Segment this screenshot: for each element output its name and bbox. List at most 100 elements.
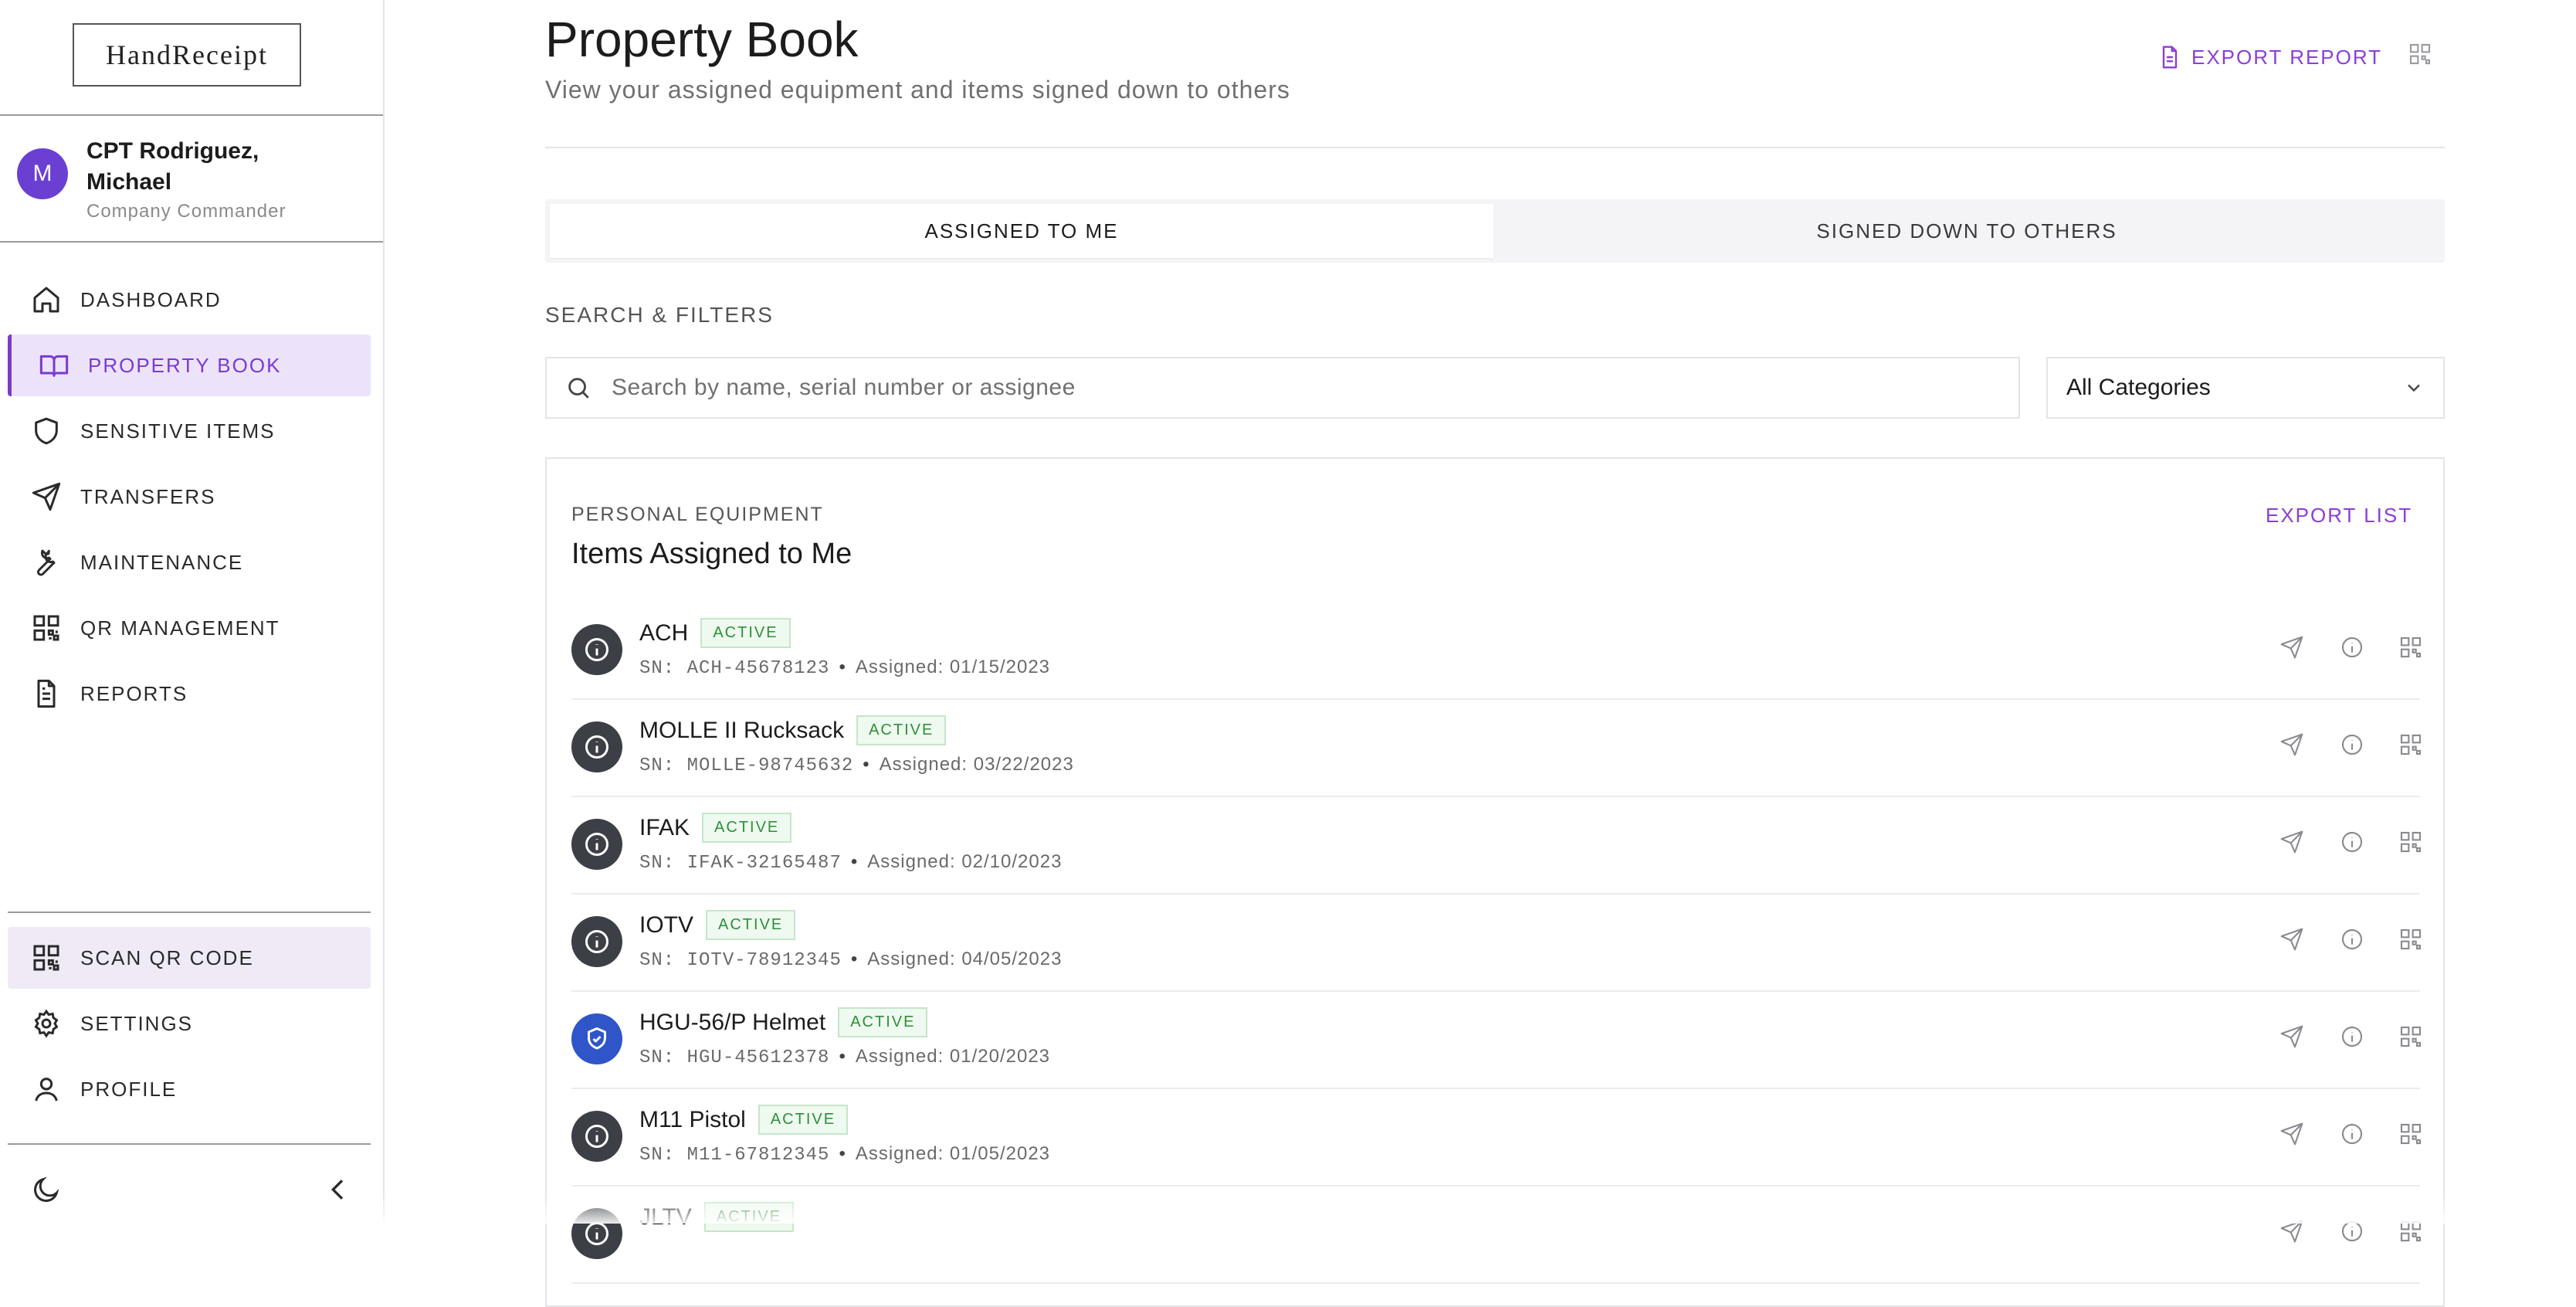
chevron-left-icon[interactable] — [323, 1174, 354, 1205]
meta-separator: • — [850, 851, 859, 872]
item-status-icon — [571, 819, 622, 870]
transfer-icon[interactable] — [2279, 830, 2304, 854]
qr-icon[interactable] — [2398, 1024, 2423, 1049]
info-icon[interactable] — [2340, 1024, 2364, 1049]
status-badge: ACTIVE — [758, 1105, 849, 1135]
sidebar-item-scan-qr[interactable]: SCAN QR CODE — [8, 927, 371, 989]
document-icon — [37, 679, 56, 708]
transfer-icon[interactable] — [2279, 1122, 2304, 1146]
sidebar-item-qr-management[interactable]: QR MANAGEMENT — [8, 597, 371, 659]
transfer-icon[interactable] — [2279, 635, 2304, 660]
qr-icon[interactable] — [2398, 830, 2423, 854]
qr-icon — [33, 615, 59, 641]
home-icon — [33, 287, 59, 313]
info-icon[interactable] — [2340, 830, 2364, 854]
sidebar-nav: DASHBOARD PROPERTY BOOK SENSITIVE ITEMS … — [0, 269, 383, 728]
item-meta: SN: IFAK-32165487 • Assigned: 02/10/2023 — [639, 851, 1062, 874]
meta-separator: • — [839, 1046, 846, 1067]
item-assigned-date: Assigned: 03/22/2023 — [879, 754, 1074, 775]
main-content: Property Book View your assigned equipme… — [545, 0, 2445, 1307]
sidebar-item-maintenance[interactable]: MAINTENANCE — [8, 531, 371, 593]
export-list-button[interactable]: EXPORT LIST — [2266, 504, 2412, 528]
user-panel: M CPT Rodriguez, Michael Company Command… — [0, 116, 383, 243]
item-assigned-date: Assigned: 01/20/2023 — [855, 1046, 1051, 1067]
transfer-icon[interactable] — [2279, 732, 2304, 757]
export-report-label: EXPORT REPORT — [2191, 45, 2383, 69]
meta-separator: • — [850, 949, 859, 969]
info-icon — [585, 833, 608, 856]
category-select-value: All Categories — [2066, 375, 2211, 400]
item-serial: SN: HGU-45612378 — [639, 1047, 830, 1068]
item-name-line: IOTV ACTIVE — [639, 910, 796, 940]
info-icon — [585, 1222, 608, 1245]
qr-icon[interactable] — [2398, 635, 2423, 660]
list-item[interactable]: M11 Pistol ACTIVE SN: M11-67812345 • Assig… — [571, 1089, 2423, 1186]
sidebar-item-dashboard[interactable]: DASHBOARD — [8, 269, 371, 331]
send-icon — [32, 482, 61, 511]
status-badge: ACTIVE — [706, 910, 796, 940]
sidebar-item-sensitive-items[interactable]: SENSITIVE ITEMS — [8, 400, 371, 462]
info-icon[interactable] — [2340, 635, 2364, 660]
item-serial: SN: IFAK-32165487 — [639, 853, 842, 874]
list-item[interactable]: IFAK ACTIVE SN: IFAK-32165487 • Assigned: … — [571, 797, 2423, 895]
item-assigned-date: Assigned: 04/05/2023 — [867, 949, 1063, 969]
item-assigned-date: Assigned: 02/10/2023 — [867, 851, 1063, 872]
avatar[interactable]: M — [17, 148, 68, 199]
document-icon — [2162, 46, 2178, 69]
qr-icon[interactable] — [2408, 42, 2432, 66]
item-meta: SN: ACH-45678123 • Assigned: 01/15/2023 — [639, 657, 1050, 679]
sidebar: HandReceipt M CPT Rodriguez, Michael Com… — [0, 0, 385, 1224]
item-serial: SN: MOLLE-98745632 — [639, 755, 854, 776]
qr-icon[interactable] — [2398, 927, 2423, 952]
item-name: M11 Pistol — [639, 1106, 746, 1132]
sidebar-bottom-nav: SCAN QR CODE SETTINGS PROFILE — [8, 912, 371, 1124]
info-icon[interactable] — [2340, 927, 2364, 952]
search-input[interactable] — [610, 374, 2003, 402]
transfer-icon[interactable] — [2279, 927, 2304, 952]
info-icon[interactable] — [2340, 732, 2364, 757]
sidebar-item-profile[interactable]: PROFILE — [8, 1058, 371, 1120]
item-status-icon — [571, 1013, 622, 1064]
meta-separator: • — [839, 657, 846, 677]
tab-assigned-to-me[interactable]: ASSIGNED TO ME — [550, 204, 1493, 258]
item-name-line: ACH ACTIVE — [639, 618, 791, 648]
sidebar-item-settings[interactable]: SETTINGS — [8, 993, 371, 1054]
list-item[interactable]: ACH ACTIVE SN: ACH-45678123 • Assigned: 01… — [571, 603, 2423, 700]
status-badge: ACTIVE — [838, 1007, 928, 1037]
sidebar-item-reports[interactable]: REPORTS — [8, 663, 371, 725]
item-name: MOLLE II Rucksack — [639, 717, 845, 743]
header-divider — [545, 147, 2445, 148]
sidebar-item-label: PROPERTY BOOK — [88, 353, 282, 377]
transfer-icon[interactable] — [2279, 1024, 2304, 1049]
app-logo[interactable]: HandReceipt — [73, 23, 301, 87]
moon-icon[interactable] — [31, 1174, 62, 1205]
item-assigned-date: Assigned: 01/15/2023 — [855, 657, 1051, 677]
qr-icon[interactable] — [2398, 1122, 2423, 1146]
item-meta: SN: IOTV-78912345 • Assigned: 04/05/2023 — [639, 949, 1062, 971]
list-item[interactable]: MOLLE II Rucksack ACTIVE SN: MOLLE-98745… — [571, 700, 2423, 797]
sidebar-item-property-book[interactable]: PROPERTY BOOK — [8, 334, 371, 396]
info-icon — [585, 638, 608, 661]
items-card: PERSONAL EQUIPMENT Items Assigned to Me … — [545, 457, 2445, 1307]
sidebar-footer — [8, 1143, 371, 1225]
list-item[interactable]: HGU-56/P Helmet ACTIVE SN: HGU-45612378 •… — [571, 992, 2423, 1089]
item-name: HGU-56/P Helmet — [639, 1009, 826, 1035]
item-serial: SN: ACH-45678123 — [639, 658, 830, 679]
item-status-icon — [571, 916, 622, 967]
wrench-icon — [36, 549, 56, 576]
item-status-icon — [571, 624, 622, 675]
item-name-line: M11 Pistol ACTIVE — [639, 1105, 849, 1135]
tab-signed-down[interactable]: SIGNED DOWN TO OTHERS — [1495, 204, 2439, 258]
item-name: IFAK — [639, 814, 690, 840]
item-meta: SN: M11-67812345 • Assigned: 01/05/2023 — [639, 1143, 1050, 1166]
qr-icon — [33, 945, 59, 971]
item-serial: SN: M11-67812345 — [639, 1145, 830, 1166]
category-select[interactable]: All Categories — [2046, 357, 2445, 419]
item-name-line: HGU-56/P Helmet ACTIVE — [639, 1007, 928, 1037]
list-item[interactable]: IOTV ACTIVE SN: IOTV-78912345 • Assigned: … — [571, 895, 2423, 992]
export-report-button[interactable]: EXPORT REPORT — [2157, 45, 2382, 70]
sidebar-item-transfers[interactable]: TRANSFERS — [8, 466, 371, 528]
sidebar-item-label: SETTINGS — [80, 1011, 194, 1035]
qr-icon[interactable] — [2398, 732, 2423, 757]
info-icon[interactable] — [2340, 1122, 2364, 1146]
